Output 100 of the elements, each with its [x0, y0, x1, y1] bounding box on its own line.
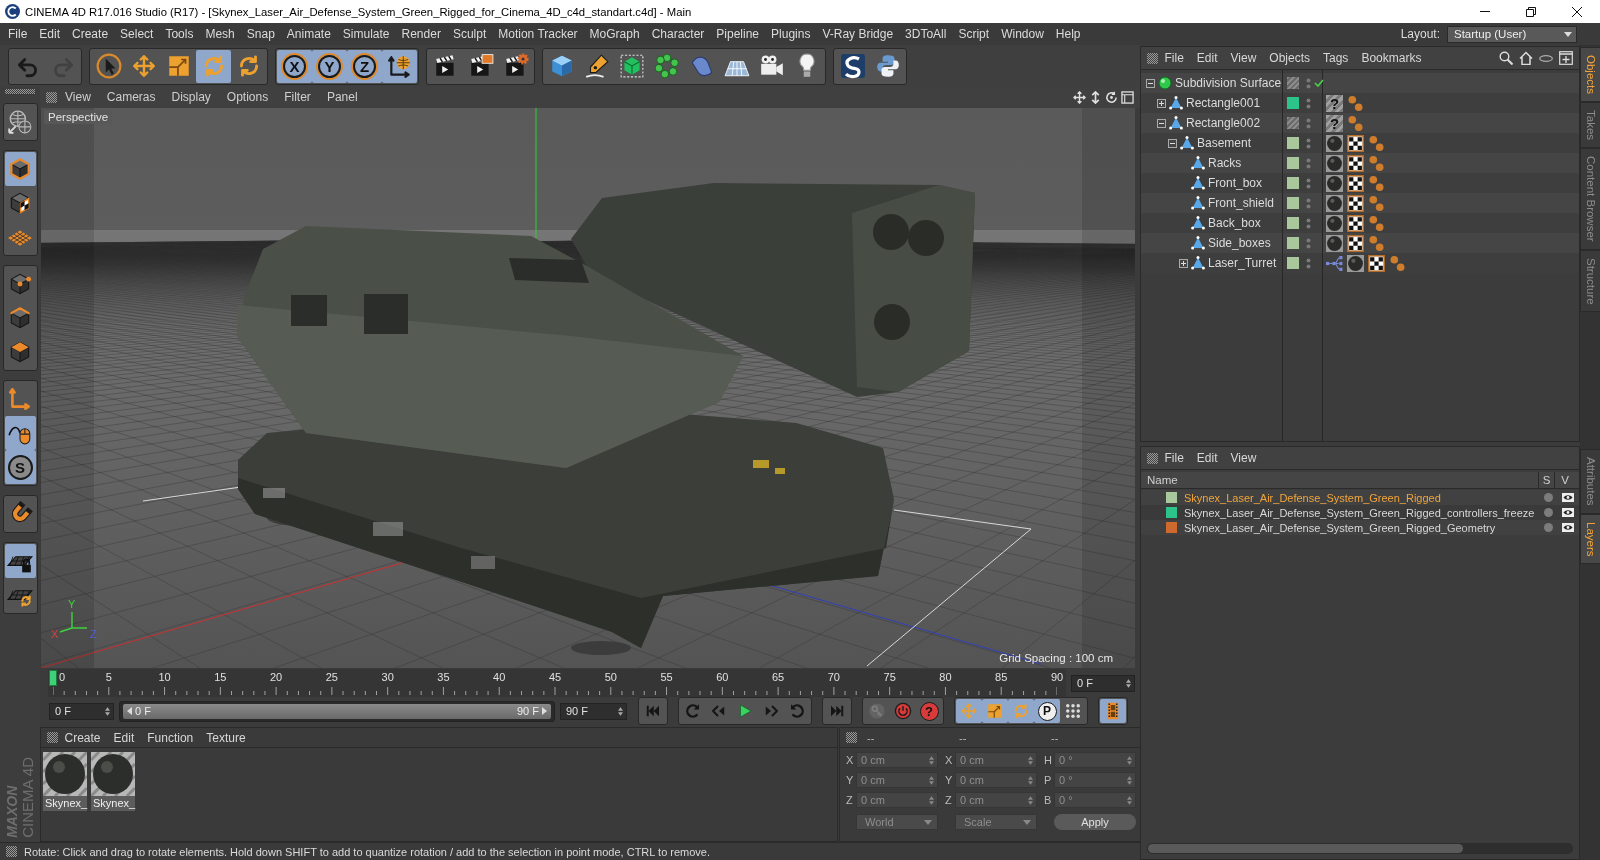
- menu-item[interactable]: Sculpt: [446, 23, 493, 45]
- menu-item[interactable]: Tags: [1316, 48, 1355, 68]
- expand-toggle-icon[interactable]: [1178, 258, 1188, 268]
- menu-item[interactable]: 3DToAll: [899, 23, 953, 45]
- grip-icon[interactable]: [1147, 52, 1158, 64]
- record-parameter-button[interactable]: P: [1034, 699, 1060, 723]
- scrollbar-thumb[interactable]: [1148, 844, 1464, 853]
- checker-tile-icon[interactable]: [1347, 194, 1364, 212]
- visibility-dots-icon[interactable]: [1306, 117, 1311, 129]
- menu-item[interactable]: Edit: [107, 727, 141, 748]
- right-arrow-icon[interactable]: [542, 707, 547, 715]
- menu-item[interactable]: Plugins: [765, 23, 817, 45]
- layer-swatch[interactable]: [1166, 492, 1177, 503]
- solo-dot-icon[interactable]: [1544, 508, 1553, 517]
- sphere-pair-icon[interactable]: [1368, 174, 1385, 192]
- material-ball-icon[interactable]: [1326, 174, 1343, 192]
- menu-item[interactable]: Animate: [280, 23, 337, 45]
- menu-item[interactable]: Simulate: [336, 23, 396, 45]
- spin-arrows-icon[interactable]: [618, 706, 623, 716]
- menu-item[interactable]: Create: [66, 23, 115, 45]
- menu-item[interactable]: File: [2, 23, 34, 45]
- visibility-dots-icon[interactable]: [1306, 137, 1311, 149]
- menu-item[interactable]: Window: [995, 23, 1050, 45]
- playhead-marker[interactable]: [49, 670, 57, 686]
- menu-item[interactable]: Create: [58, 727, 108, 748]
- material-ball-icon[interactable]: [1326, 194, 1343, 212]
- object-row[interactable]: Rectangle002 ?: [1141, 113, 1579, 133]
- menu-item[interactable]: Options: [218, 87, 277, 108]
- menu-item[interactable]: Tools: [159, 23, 200, 45]
- current-frame-field[interactable]: 0 F: [1071, 674, 1135, 692]
- menu-item[interactable]: Mesh: [199, 23, 241, 45]
- layer-row[interactable]: Skynex_Laser_Air_Defense_System_Green_Rigged: [1141, 490, 1579, 505]
- tweak-mode-button[interactable]: [4, 416, 36, 450]
- menu-item[interactable]: V-Ray Bridge: [816, 23, 900, 45]
- coordinate-system-button[interactable]: [382, 49, 417, 83]
- home-icon[interactable]: [1519, 51, 1533, 65]
- question-tag[interactable]: ?: [1326, 94, 1343, 112]
- checker-tile-icon[interactable]: [1347, 214, 1364, 232]
- axis-lock-button[interactable]: Z: [347, 49, 382, 83]
- collapse-toggle-icon[interactable]: [1145, 78, 1155, 88]
- axis-lock-button[interactable]: X: [277, 49, 312, 83]
- eye-icon[interactable]: [1562, 493, 1574, 502]
- material-item[interactable]: Skynex_: [91, 752, 135, 811]
- sphere-pair-icon[interactable]: [1368, 134, 1385, 152]
- material-ball-icon[interactable]: [1326, 154, 1343, 172]
- layer-swatch[interactable]: [1166, 522, 1177, 533]
- eye-icon[interactable]: [1562, 508, 1574, 517]
- left-arrow-icon[interactable]: [127, 707, 132, 715]
- sphere-pair-icon[interactable]: [1368, 214, 1385, 232]
- layer-swatch[interactable]: [1166, 507, 1177, 518]
- search-icon[interactable]: [1499, 51, 1513, 65]
- start-frame-field[interactable]: 0 F: [49, 702, 114, 720]
- collapse-toggle-icon[interactable]: [1156, 118, 1166, 128]
- side-tab[interactable]: Layers: [1580, 513, 1600, 565]
- menu-item[interactable]: Filter: [276, 87, 319, 108]
- menu-item[interactable]: Motion Tracker: [492, 23, 584, 45]
- model-mode-button[interactable]: [4, 152, 36, 186]
- visibility-dots-icon[interactable]: [1306, 257, 1311, 269]
- layer-swatch[interactable]: [1287, 257, 1299, 269]
- object-row[interactable]: Front_shield: [1141, 193, 1579, 213]
- visibility-dots-icon[interactable]: [1306, 97, 1311, 109]
- layer-swatch[interactable]: [1287, 77, 1299, 89]
- layer-swatch[interactable]: [1287, 97, 1299, 109]
- checker-tile-icon[interactable]: [1347, 234, 1364, 252]
- column-header[interactable]: Name: [1141, 472, 1538, 488]
- layer-swatch[interactable]: [1287, 237, 1299, 249]
- object-row[interactable]: Subdivision Surface: [1141, 73, 1579, 93]
- layer-swatch[interactable]: [1287, 217, 1299, 229]
- eye-icon[interactable]: [1562, 523, 1574, 532]
- object-row[interactable]: Racks: [1141, 153, 1579, 173]
- menu-item[interactable]: Select: [114, 23, 160, 45]
- material-item[interactable]: Skynex_: [43, 752, 87, 811]
- layer-swatch[interactable]: [1287, 197, 1299, 209]
- menu-item[interactable]: Function: [140, 727, 200, 748]
- grip-icon[interactable]: [5, 89, 35, 94]
- pan-arrows-icon[interactable]: [1073, 91, 1086, 104]
- material-ball-icon[interactable]: [1326, 234, 1343, 252]
- menu-item[interactable]: Objects: [1262, 48, 1317, 68]
- menu-item[interactable]: View: [1224, 448, 1263, 468]
- menu-item[interactable]: Texture: [199, 727, 253, 748]
- checker-tile-icon[interactable]: [1347, 174, 1364, 192]
- menu-item[interactable]: Render: [395, 23, 447, 45]
- collapse-toggle-icon[interactable]: [1167, 138, 1177, 148]
- grip-icon[interactable]: [6, 846, 17, 857]
- timeline-ruler[interactable]: 0 5 10 15 20 25 30 35 40 45 50 55 60 65 70 75 80 85 90: [48, 669, 1066, 697]
- sphere-pair-icon[interactable]: [1347, 94, 1364, 112]
- expand-toggle-icon[interactable]: [1156, 98, 1166, 108]
- material-ball-icon[interactable]: [1326, 214, 1343, 232]
- lock-workplane-button[interactable]: [4, 544, 36, 578]
- sphere-pair-icon[interactable]: [1389, 254, 1406, 272]
- menu-item[interactable]: Snap: [240, 23, 281, 45]
- layer-swatch[interactable]: [1287, 157, 1299, 169]
- menu-item[interactable]: Cameras: [98, 87, 164, 108]
- viewport[interactable]: Perspective Y X Z Grid Spacing : 100 cm: [41, 108, 1135, 668]
- node-branch-icon[interactable]: [1326, 254, 1343, 272]
- menu-item[interactable]: Panel: [318, 87, 366, 108]
- layer-swatch[interactable]: [1287, 117, 1299, 129]
- grip-icon[interactable]: [46, 92, 57, 103]
- menu-item[interactable]: Bookmarks: [1354, 48, 1428, 68]
- zoom-arrows-icon[interactable]: [1089, 91, 1102, 104]
